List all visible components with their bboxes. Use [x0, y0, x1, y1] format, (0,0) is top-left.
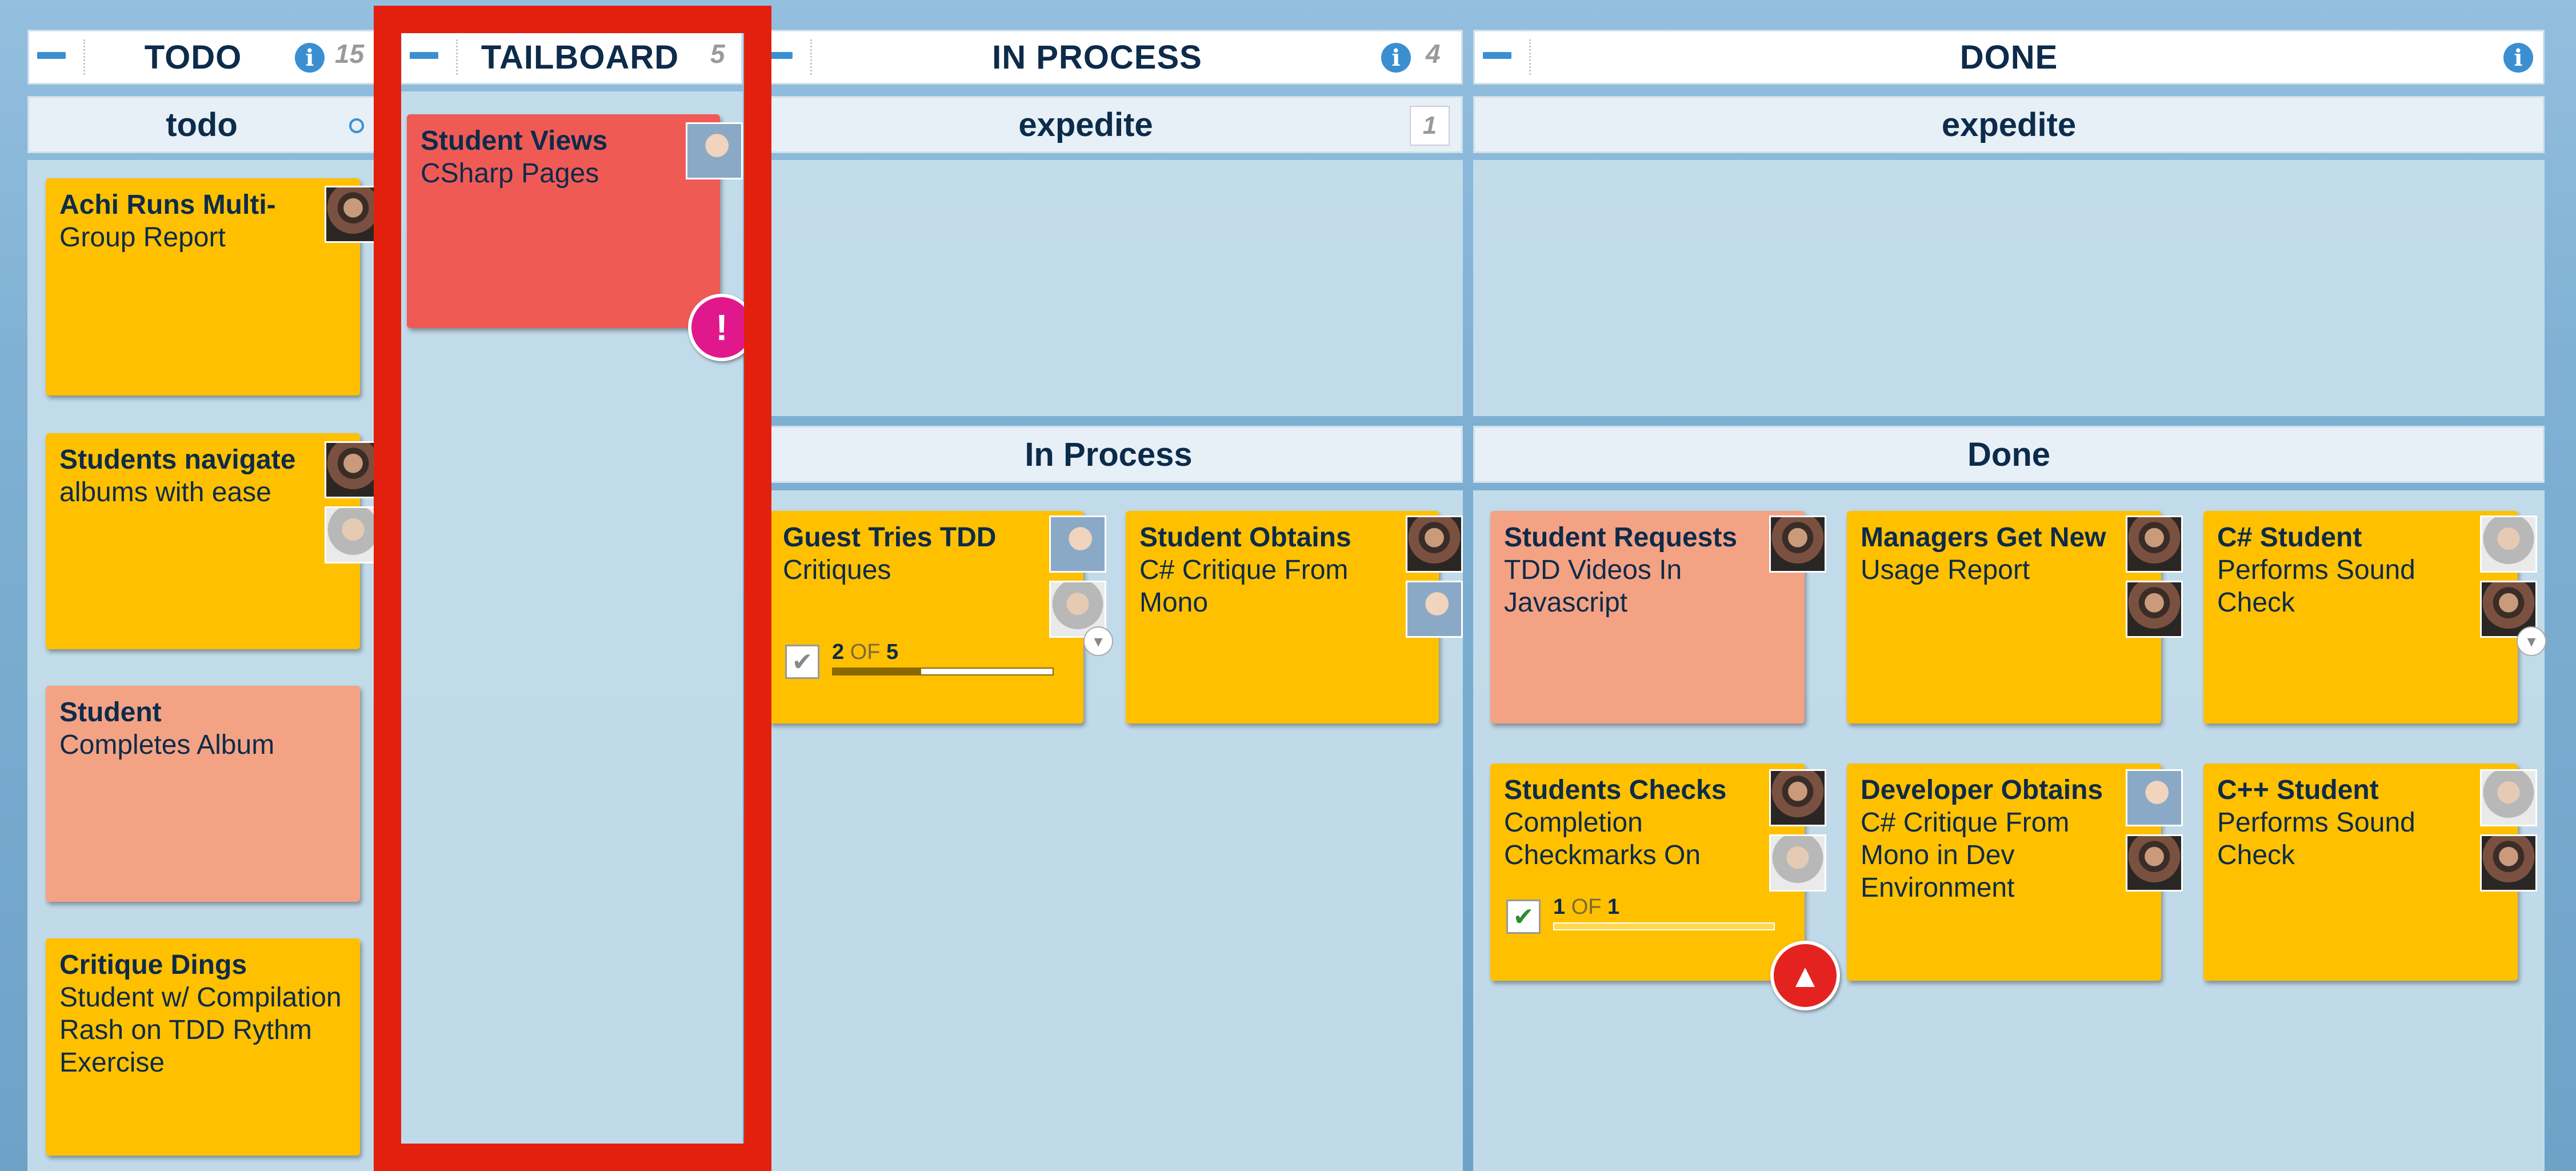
- checklist-progress-fill: [1554, 924, 1774, 929]
- card-developer-obtains-csharp-critique[interactable]: Developer Obtains C# Critique From Mono …: [1847, 764, 2161, 981]
- card-students-checks-completion[interactable]: Students Checks Completion Checkmarks On: [1490, 764, 1805, 981]
- card-subtitle: Group Report: [59, 222, 226, 253]
- column-header-in-process: IN PROCESS i 4: [754, 30, 1463, 85]
- card-subtitle: Usage Report: [1861, 555, 2030, 585]
- checklist-progress-bar: [1553, 922, 1775, 930]
- card-subtitle: Performs Sound Check: [2217, 808, 2415, 870]
- assignee-avatar[interactable]: [1769, 769, 1826, 826]
- card-subtitle: C# Critique From Mono in Dev Environment: [1861, 808, 2070, 903]
- card-student-obtains-csharp-critique[interactable]: Student Obtains C# Critique From Mono: [1126, 511, 1439, 724]
- card-title: Achi Runs Multi-: [59, 190, 276, 220]
- lane-header-todo: todo: [27, 96, 376, 153]
- card-title: Guest Tries TDD: [783, 522, 997, 553]
- card-title: Critique Dings: [59, 950, 247, 980]
- info-icon[interactable]: i: [1381, 43, 1411, 73]
- lane-header-expedite-in-process: expedite 1: [754, 96, 1463, 153]
- lane-expedite-done: [1473, 160, 2545, 416]
- card-critique-dings[interactable]: Critique Dings Student w/ Compilation Ra…: [46, 938, 360, 1156]
- card-subtitle: albums with ease: [59, 477, 271, 507]
- assignee-avatar[interactable]: [2480, 834, 2537, 892]
- card-title: Student: [59, 697, 162, 728]
- lane-title-todo: todo: [166, 106, 238, 143]
- card-title: Managers Get New: [1861, 522, 2106, 553]
- lane-header-done: Done: [1473, 426, 2545, 483]
- card-achi-runs-multi-group-report[interactable]: Achi Runs Multi- Group Report: [46, 178, 360, 395]
- wip-count-todo: 15: [335, 39, 365, 69]
- card-title: Students Checks: [1504, 775, 1727, 805]
- checklist-checkbox[interactable]: ✔: [785, 645, 819, 679]
- collapse-done-button[interactable]: [1483, 52, 1511, 59]
- assignee-avatar[interactable]: [2126, 769, 2183, 826]
- assignee-avatar[interactable]: [1406, 515, 1463, 573]
- card-title: C# Student: [2217, 522, 2362, 553]
- card-subtitle: TDD Videos In Javascript: [1504, 555, 1682, 618]
- lane-title-expedite: expedite: [1018, 106, 1153, 143]
- lane-count-expedite: 1: [1410, 106, 1450, 146]
- card-student-requests-tdd-videos[interactable]: Student Requests TDD Videos In Javascrip…: [1490, 511, 1805, 724]
- checklist-progress-text: 2 OF 5: [832, 640, 899, 664]
- assignee-avatar[interactable]: [1049, 515, 1106, 573]
- assignee-avatar[interactable]: [325, 186, 382, 243]
- card-student-completes-album[interactable]: Student Completes Album: [46, 686, 360, 902]
- wip-count-in-process: 4: [1426, 39, 1441, 69]
- card-csharp-student-performs-sound-check[interactable]: C# Student Performs Sound Check: [2203, 511, 2518, 724]
- assignee-avatar[interactable]: [1769, 834, 1826, 892]
- assignee-avatar[interactable]: [2480, 515, 2537, 573]
- card-subtitle: C# Critique From Mono: [1139, 555, 1349, 618]
- card-students-navigate-albums[interactable]: Students navigate albums with ease: [46, 433, 360, 649]
- priority-up-icon[interactable]: ▲: [1770, 941, 1840, 1010]
- column-title-in-process: IN PROCESS: [992, 38, 1202, 76]
- assignee-avatar[interactable]: [325, 506, 382, 563]
- column-header-done: DONE i: [1473, 30, 2545, 85]
- info-icon[interactable]: i: [295, 43, 325, 73]
- column-title-todo: TODO: [144, 38, 242, 76]
- column-title-done: DONE: [1959, 38, 2058, 76]
- lane-title-expedite: expedite: [1941, 106, 2077, 143]
- checklist-checkbox[interactable]: ✔: [1506, 900, 1541, 934]
- checklist-progress-text: 1 OF 1: [1553, 895, 1620, 919]
- tailboard-highlight-frame: [374, 6, 771, 1171]
- checklist-progress-bar: [832, 668, 1054, 676]
- card-subtitle: Performs Sound Check: [2217, 555, 2415, 618]
- card-guest-tries-tdd-critiques[interactable]: Guest Tries TDD Critiques: [769, 511, 1083, 724]
- lane-title-done: Done: [1967, 435, 2050, 473]
- chevron-down-icon[interactable]: ▾: [2517, 626, 2546, 656]
- card-title: Students navigate: [59, 445, 296, 475]
- card-subtitle: Completion Checkmarks On: [1504, 808, 1701, 870]
- lane-expedite-in-process: [754, 160, 1463, 416]
- card-subtitle: Critiques: [783, 555, 891, 585]
- checklist-progress-fill: [833, 669, 921, 674]
- card-managers-get-new-usage-report[interactable]: Managers Get New Usage Report: [1847, 511, 2161, 724]
- card-title: Student Obtains: [1139, 522, 1351, 553]
- assignee-avatar[interactable]: [1406, 581, 1463, 638]
- collapse-todo-button[interactable]: [37, 52, 66, 59]
- card-subtitle: Completes Album: [59, 730, 275, 760]
- assignee-avatar[interactable]: [2126, 581, 2183, 638]
- card-title: Student Requests: [1504, 522, 1738, 553]
- lane-header-expedite-done: expedite: [1473, 96, 2545, 153]
- lane-header-in-process: In Process: [754, 426, 1463, 483]
- lane-indicator-icon: [349, 118, 364, 133]
- assignee-avatar[interactable]: [1769, 515, 1826, 573]
- info-icon[interactable]: i: [2503, 43, 2533, 73]
- lane-title-in-process: In Process: [1025, 435, 1193, 473]
- assignee-avatar[interactable]: [325, 441, 382, 498]
- assignee-avatar[interactable]: [2126, 515, 2183, 573]
- column-header-todo: TODO i 15: [27, 30, 376, 85]
- card-title: Developer Obtains: [1861, 775, 2103, 805]
- card-title: C++ Student: [2217, 775, 2379, 805]
- card-cpp-student-performs-sound-check[interactable]: C++ Student Performs Sound Check: [2203, 764, 2518, 981]
- assignee-avatar[interactable]: [2126, 834, 2183, 892]
- card-subtitle: Student w/ Compilation Rash on TDD Rythm…: [59, 982, 342, 1078]
- chevron-down-icon[interactable]: ▾: [1083, 626, 1113, 656]
- assignee-avatar[interactable]: [2480, 769, 2537, 826]
